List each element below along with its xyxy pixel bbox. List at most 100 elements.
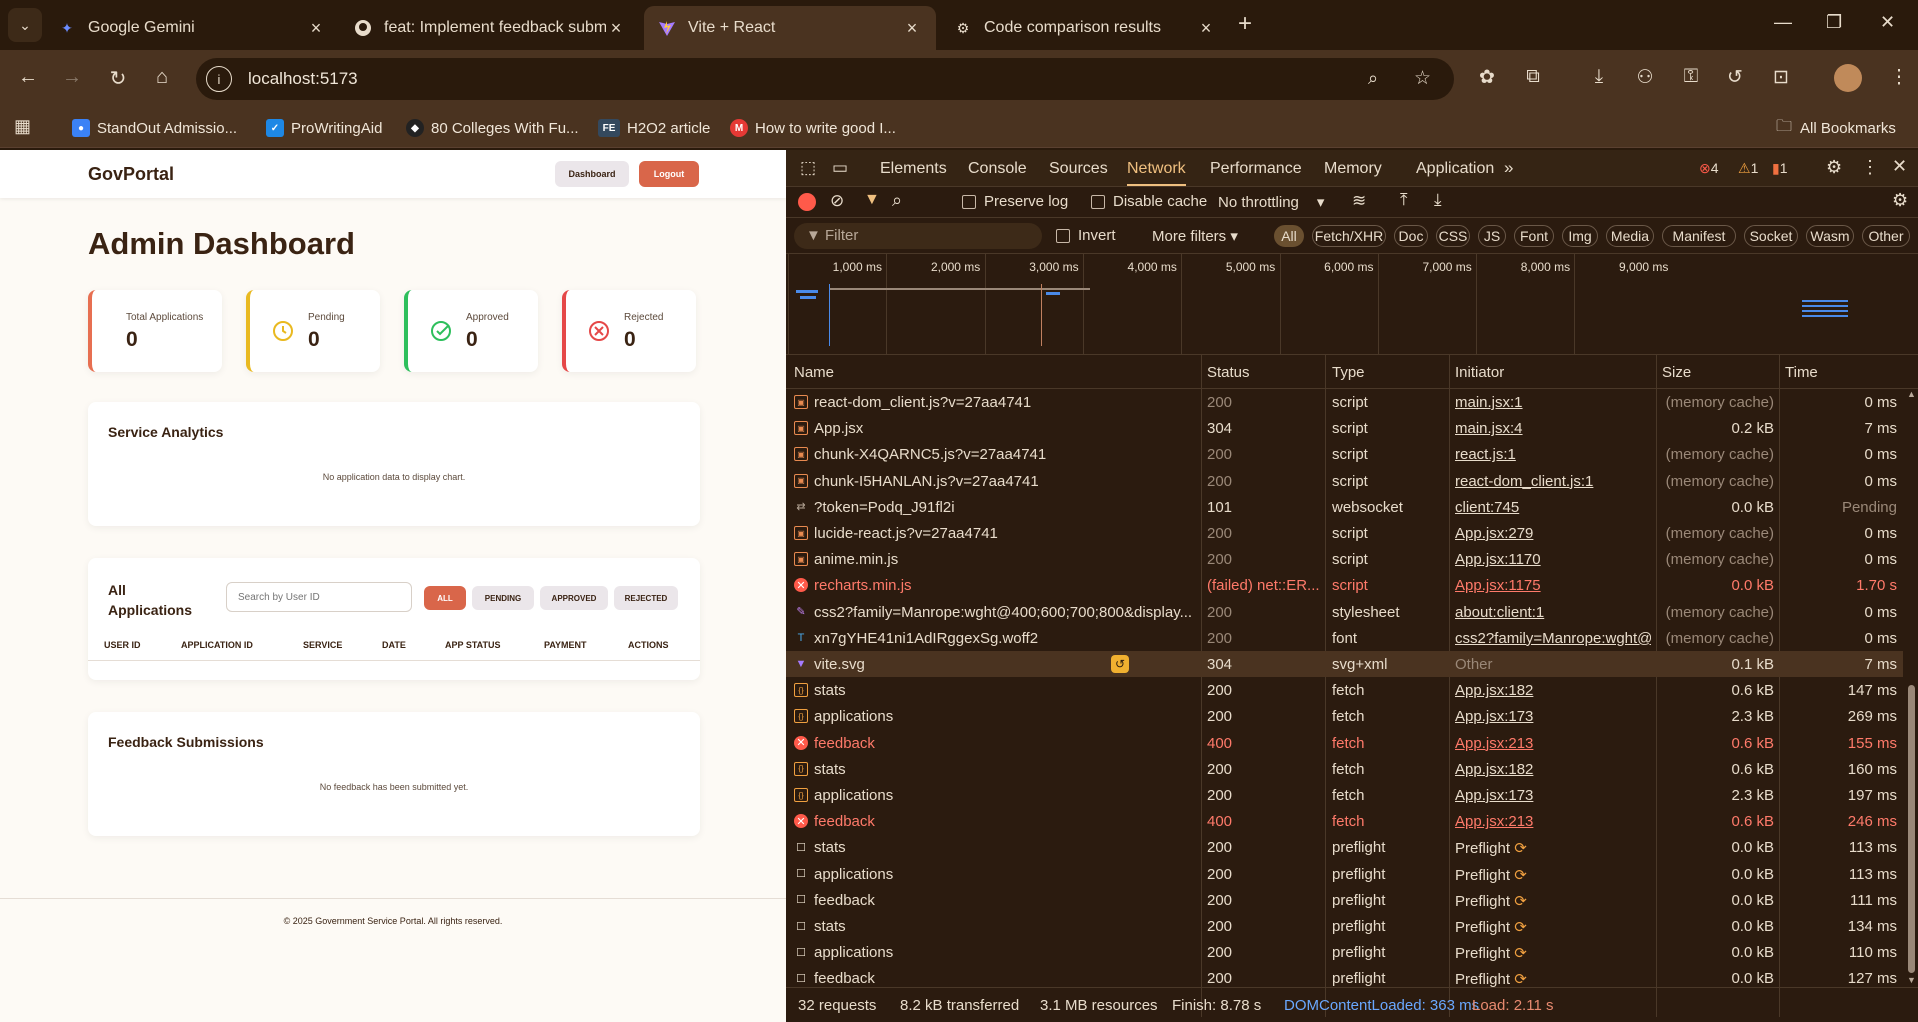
filter-chip-img[interactable]: Img xyxy=(1562,225,1598,247)
close-icon[interactable]: × xyxy=(306,18,326,39)
more-options-icon[interactable]: ⋮ xyxy=(1861,157,1879,178)
initiator-cell[interactable]: react-dom_client.js:1 xyxy=(1455,473,1651,490)
preflight-link-icon[interactable]: ⟳ xyxy=(1510,893,1527,910)
bookmark-standout[interactable]: ● StandOut Admissio... xyxy=(72,116,237,140)
preflight-link-icon[interactable]: ⟳ xyxy=(1510,867,1527,884)
tab-vite-react[interactable]: Vite + React × xyxy=(644,6,936,50)
filter-chip-doc[interactable]: Doc xyxy=(1394,225,1428,247)
table-row[interactable]: ▣ App.jsx 304 script main.jsx:4 0.2 kB 7 ms xyxy=(786,415,1903,441)
initiator-cell[interactable]: App.jsx:182 xyxy=(1455,682,1651,699)
filter-funnel-icon[interactable]: ▼ xyxy=(864,191,880,209)
tab-code-comparison[interactable]: ⚙ Code comparison results × xyxy=(940,6,1230,50)
preserve-log-checkbox[interactable]: Preserve log xyxy=(962,193,1068,210)
filter-chip-font[interactable]: Font xyxy=(1514,225,1554,247)
initiator-cell[interactable]: Preflight ⟳ xyxy=(1455,892,1651,910)
settings-gear-icon[interactable]: ⚙ xyxy=(1826,157,1842,178)
bookmark-h2o2[interactable]: FE H2O2 article xyxy=(598,116,710,140)
puzzle-icon[interactable]: ⧉ xyxy=(1520,66,1546,88)
apps-grid-icon[interactable]: ▦ xyxy=(14,116,31,137)
filter-chip-other[interactable]: Other xyxy=(1862,225,1910,247)
close-icon[interactable]: × xyxy=(606,18,626,39)
error-count[interactable]: ⊗4 xyxy=(1699,160,1719,177)
filter-rejected-button[interactable]: REJECTED xyxy=(614,586,678,610)
table-row[interactable]: ☐ applications 200 preflight Preflight ⟳ 0.0 … xyxy=(786,861,1903,887)
filter-all-button[interactable]: ALL xyxy=(424,586,466,610)
tab-gemini[interactable]: ✦ Google Gemini × xyxy=(44,6,340,50)
filter-chip-js[interactable]: JS xyxy=(1478,225,1506,247)
search-icon[interactable]: ⌕ xyxy=(892,190,902,211)
more-tabs-icon[interactable]: » xyxy=(1504,158,1513,178)
filter-input[interactable]: ▼ Filter xyxy=(794,223,1042,249)
record-stop-icon[interactable] xyxy=(798,193,816,211)
close-devtools-icon[interactable]: ✕ xyxy=(1892,156,1907,177)
tab-search-button[interactable]: ⌄ xyxy=(8,8,42,42)
extension-icon[interactable]: ✿ xyxy=(1474,66,1500,89)
tab-sources[interactable]: Sources xyxy=(1049,160,1108,178)
table-row[interactable]: ✕ feedback 400 fetch App.jsx:213 0.6 kB 155 ms xyxy=(786,730,1903,756)
close-icon[interactable]: × xyxy=(1196,18,1216,39)
table-row[interactable]: ▣ react-dom_client.js?v=27aa4741 200 script… xyxy=(786,389,1903,415)
throttling-select[interactable]: No throttling ▾ xyxy=(1218,193,1324,211)
table-row[interactable]: ☐ stats 200 preflight Preflight ⟳ 0.0 kB 134 m… xyxy=(786,913,1903,939)
clear-icon[interactable]: ⊘ xyxy=(830,191,844,211)
bookmark-star-icon[interactable]: ☆ xyxy=(1414,67,1431,90)
table-row[interactable]: ▣ anime.min.js 200 script App.jsx:1170 (memor… xyxy=(786,546,1903,572)
zoom-icon[interactable]: ⌕ xyxy=(1368,68,1378,89)
tab-application[interactable]: Application xyxy=(1416,160,1494,178)
search-user-id-input[interactable] xyxy=(226,582,412,612)
initiator-cell[interactable]: App.jsx:1170 xyxy=(1455,551,1651,568)
table-row[interactable]: Txn7gYHE41ni1AdIRggexSg.woff2 200 font css2… xyxy=(786,625,1903,651)
key-icon[interactable]: ⚿ xyxy=(1678,66,1704,88)
initiator-cell[interactable]: App.jsx:173 xyxy=(1455,708,1651,725)
warning-count[interactable]: ⚠1 xyxy=(1738,160,1758,177)
download-icon[interactable]: ⤓ xyxy=(1586,66,1612,88)
issues-count[interactable]: ▮1 xyxy=(1772,160,1788,177)
site-info-icon[interactable]: i xyxy=(206,66,232,92)
table-row[interactable]: ▣ chunk-X4QARNC5.js?v=27aa4741 200 script re… xyxy=(786,441,1903,467)
logout-button[interactable]: Logout xyxy=(639,161,699,187)
initiator-cell[interactable]: main.jsx:1 xyxy=(1455,394,1651,411)
address-bar[interactable]: i localhost:5173 ⌕ ☆ xyxy=(196,58,1454,100)
initiator-cell[interactable]: about:client:1 xyxy=(1455,604,1651,621)
dashboard-button[interactable]: Dashboard xyxy=(555,161,629,187)
initiator-cell[interactable]: react.js:1 xyxy=(1455,446,1651,463)
table-row[interactable]: {} stats 200 fetch App.jsx:182 0.6 kB 160 ms xyxy=(786,756,1903,782)
column-status[interactable]: Status xyxy=(1207,364,1250,381)
table-row[interactable]: ▣ chunk-I5HANLAN.js?v=27aa4741 200 script re… xyxy=(786,468,1903,494)
tab-elements[interactable]: Elements xyxy=(880,160,947,178)
initiator-cell[interactable]: css2?family=Manrope:wght@4 xyxy=(1455,630,1651,647)
forward-button[interactable]: → xyxy=(58,66,86,89)
tab-memory[interactable]: Memory xyxy=(1324,160,1382,178)
device-toolbar-icon[interactable]: ▭ xyxy=(832,158,848,178)
table-row[interactable]: ✕ recharts.min.js (failed) net::ER... scrip… xyxy=(786,572,1903,598)
initiator-cell[interactable]: App.jsx:173 xyxy=(1455,787,1651,804)
preflight-link-icon[interactable]: ⟳ xyxy=(1510,919,1527,936)
initiator-cell[interactable]: App.jsx:213 xyxy=(1455,813,1651,830)
table-row[interactable]: {} applications 200 fetch App.jsx:173 2.3 kB 1… xyxy=(786,782,1903,808)
filter-approved-button[interactable]: APPROVED xyxy=(540,586,608,610)
bookmark-colleges[interactable]: ◆ 80 Colleges With Fu... xyxy=(406,116,579,140)
initiator-cell[interactable]: Preflight ⟳ xyxy=(1455,866,1651,884)
import-har-icon[interactable]: ⤒ xyxy=(1400,190,1408,210)
column-type[interactable]: Type xyxy=(1332,364,1365,381)
table-row[interactable]: ✕ feedback 400 fetch App.jsx:213 0.6 kB 246 ms xyxy=(786,808,1903,834)
initiator-cell[interactable]: App.jsx:279 xyxy=(1455,525,1651,542)
table-row[interactable]: ☐ feedback 200 preflight Preflight ⟳ 0.0 kB 11… xyxy=(786,887,1903,913)
scroll-up-arrow[interactable]: ▲ xyxy=(1907,389,1916,399)
replay-icon[interactable]: ↺ xyxy=(1111,655,1129,673)
menu-icon[interactable]: ⋮ xyxy=(1886,66,1912,89)
network-conditions-icon[interactable]: ≋ xyxy=(1352,191,1366,211)
initiator-cell[interactable]: Preflight ⟳ xyxy=(1455,944,1651,962)
initiator-cell[interactable]: App.jsx:1175 xyxy=(1455,577,1651,594)
initiator-cell[interactable]: App.jsx:182 xyxy=(1455,761,1651,778)
restore-button[interactable]: ❐ xyxy=(1826,12,1842,33)
more-filters-dropdown[interactable]: More filters ▾ xyxy=(1152,227,1238,245)
table-row[interactable]: {} stats 200 fetch App.jsx:182 0.6 kB 147 ms xyxy=(786,677,1903,703)
table-row[interactable]: {} applications 200 fetch App.jsx:173 2.3 kB 2… xyxy=(786,703,1903,729)
incognito-icon[interactable]: ⚇ xyxy=(1632,66,1658,89)
home-button[interactable]: ⌂ xyxy=(148,66,176,89)
column-name[interactable]: Name xyxy=(794,364,834,381)
tab-github[interactable]: feat: Implement feedback subm × xyxy=(340,6,640,50)
initiator-cell[interactable]: main.jsx:4 xyxy=(1455,420,1651,437)
export-har-icon[interactable]: ⤓ xyxy=(1434,190,1442,210)
